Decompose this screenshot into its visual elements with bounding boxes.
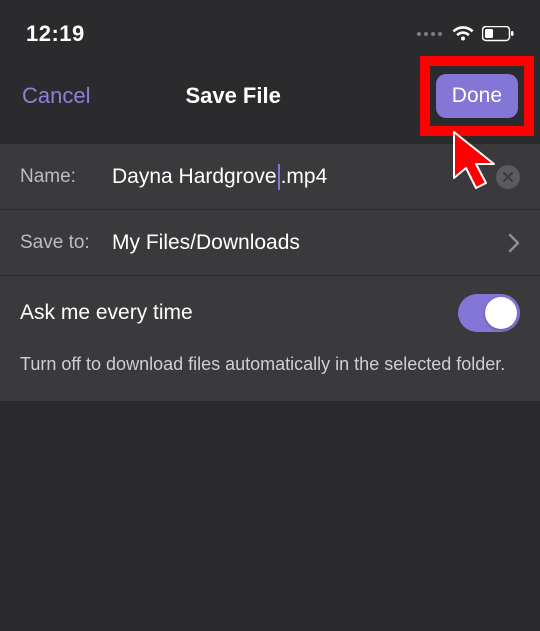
status-icons (417, 25, 514, 43)
save-to-label: Save to: (20, 232, 112, 254)
wifi-icon (452, 25, 474, 43)
cellular-dots-icon (417, 32, 442, 36)
filename-pre: Dayna Hardgrove (112, 165, 277, 189)
save-to-value: My Files/Downloads (112, 231, 508, 255)
done-button[interactable]: Done (436, 74, 518, 118)
page-title: Save File (30, 83, 435, 109)
close-icon (503, 172, 513, 182)
status-time: 12:19 (26, 21, 85, 47)
header: Cancel Save File Done (0, 66, 540, 126)
status-bar: 12:19 (0, 10, 540, 58)
form-section: Name: Dayna Hardgrove .mp4 Save to: My F… (0, 144, 540, 401)
toggle-knob (485, 297, 517, 329)
text-caret (278, 164, 280, 190)
battery-icon (482, 26, 514, 42)
filename-input[interactable]: Dayna Hardgrove .mp4 (112, 164, 496, 190)
ask-every-time-toggle[interactable] (458, 294, 520, 332)
chevron-right-icon (508, 233, 520, 253)
name-label: Name: (20, 166, 112, 188)
ask-every-time-label: Ask me every time (20, 301, 193, 325)
ask-every-time-row: Ask me every time (0, 276, 540, 344)
helper-text: Turn off to download files automatically… (0, 344, 540, 401)
name-row[interactable]: Name: Dayna Hardgrove .mp4 (0, 144, 540, 210)
clear-text-button[interactable] (496, 165, 520, 189)
filename-post: .mp4 (281, 165, 328, 189)
save-to-row[interactable]: Save to: My Files/Downloads (0, 210, 540, 276)
